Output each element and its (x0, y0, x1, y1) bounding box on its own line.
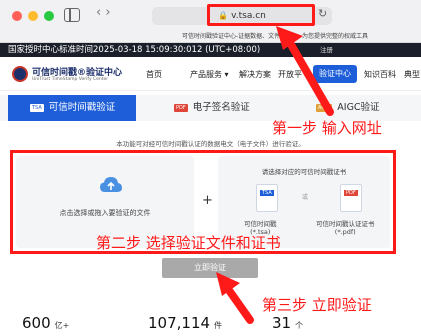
tab-esignature-verify[interactable]: PDF 电子签名验证 (174, 95, 250, 121)
stat-value: 31 (272, 314, 292, 332)
stat-count: 31 个 (272, 314, 303, 332)
stat-value: 600 (22, 314, 51, 332)
nav-cases[interactable]: 典型 (404, 69, 420, 80)
tab-label: 可信时间戳验证 (48, 102, 116, 113)
minimize-window-icon[interactable] (28, 11, 38, 21)
pdf-badge: PDF (174, 104, 188, 112)
nav-home[interactable]: 首页 (146, 69, 162, 80)
step-three-annotation: 第三步 立即验证 (262, 296, 372, 314)
verify-now-button[interactable]: 立即验证 (162, 258, 258, 278)
tab-timestamp-verify[interactable]: TSA 可信时间戳验证 (8, 95, 136, 121)
nav-verify-center[interactable]: 验证中心 (313, 65, 357, 83)
arrow-to-verify-button-icon (216, 272, 254, 324)
step-two-annotation: 第二步 选择验证文件和证书 (96, 234, 281, 252)
stat-value: 107,114 (148, 314, 211, 332)
url-highlight-box (207, 4, 315, 26)
stat-cases: 107,114 件 (148, 314, 222, 332)
step-one-annotation: 第一步 输入网址 (272, 119, 382, 137)
nav-open-platform[interactable]: 开放平 (278, 69, 302, 80)
function-description: 本功能可对经可信时间戳认证的数据电文（电子文件）进行验证。 (116, 140, 305, 148)
maximize-window-icon[interactable] (44, 11, 54, 21)
tsa-badge: TSA (30, 104, 44, 112)
tab-label: 电子签名验证 (192, 102, 250, 113)
stat-total: 600 亿+ (22, 314, 69, 332)
tab-strip: 可信时间戳验证中心-证据数据、文件认证 为您提供完整的权威工具 (0, 27, 421, 43)
standard-time-bar: 国家授时中心标准时间2025-03-18 15:09:30:012 (UTC+0… (0, 43, 421, 57)
standard-time-text: 国家授时中心标准时间2025-03-18 15:09:30:012 (UTC+0… (8, 45, 261, 55)
reload-icon[interactable]: ↻ (318, 7, 327, 20)
nav-solutions[interactable]: 解决方案 (239, 69, 271, 80)
browser-tab-title[interactable]: 可信时间戳验证中心-证据数据、文件认证 (182, 31, 292, 40)
close-window-icon[interactable] (12, 11, 22, 21)
tab-label: AIGC验证 (337, 102, 380, 113)
back-chevron-icon[interactable]: ‹ › (96, 5, 111, 20)
browser-tab-title-2[interactable]: 为您提供完整的权威工具 (302, 31, 368, 40)
stat-unit: 亿+ (54, 321, 70, 330)
stat-unit: 件 (214, 321, 223, 330)
register-link[interactable]: 注册 (320, 43, 333, 57)
site-header: 可信时间戳®验证中心 UniTrust TimeStamp Verify Cen… (0, 57, 421, 91)
nav-knowledge[interactable]: 知识百科 (364, 69, 396, 80)
logo-icon (12, 66, 28, 82)
stat-unit: 个 (295, 321, 304, 330)
aigc-badge: AIGC (316, 104, 333, 112)
logo-subtitle: UniTrust TimeStamp Verify Center (32, 77, 109, 82)
sidebar-toggle-icon[interactable] (64, 8, 80, 22)
nav-products[interactable]: 产品服务 ▾ (190, 69, 229, 80)
